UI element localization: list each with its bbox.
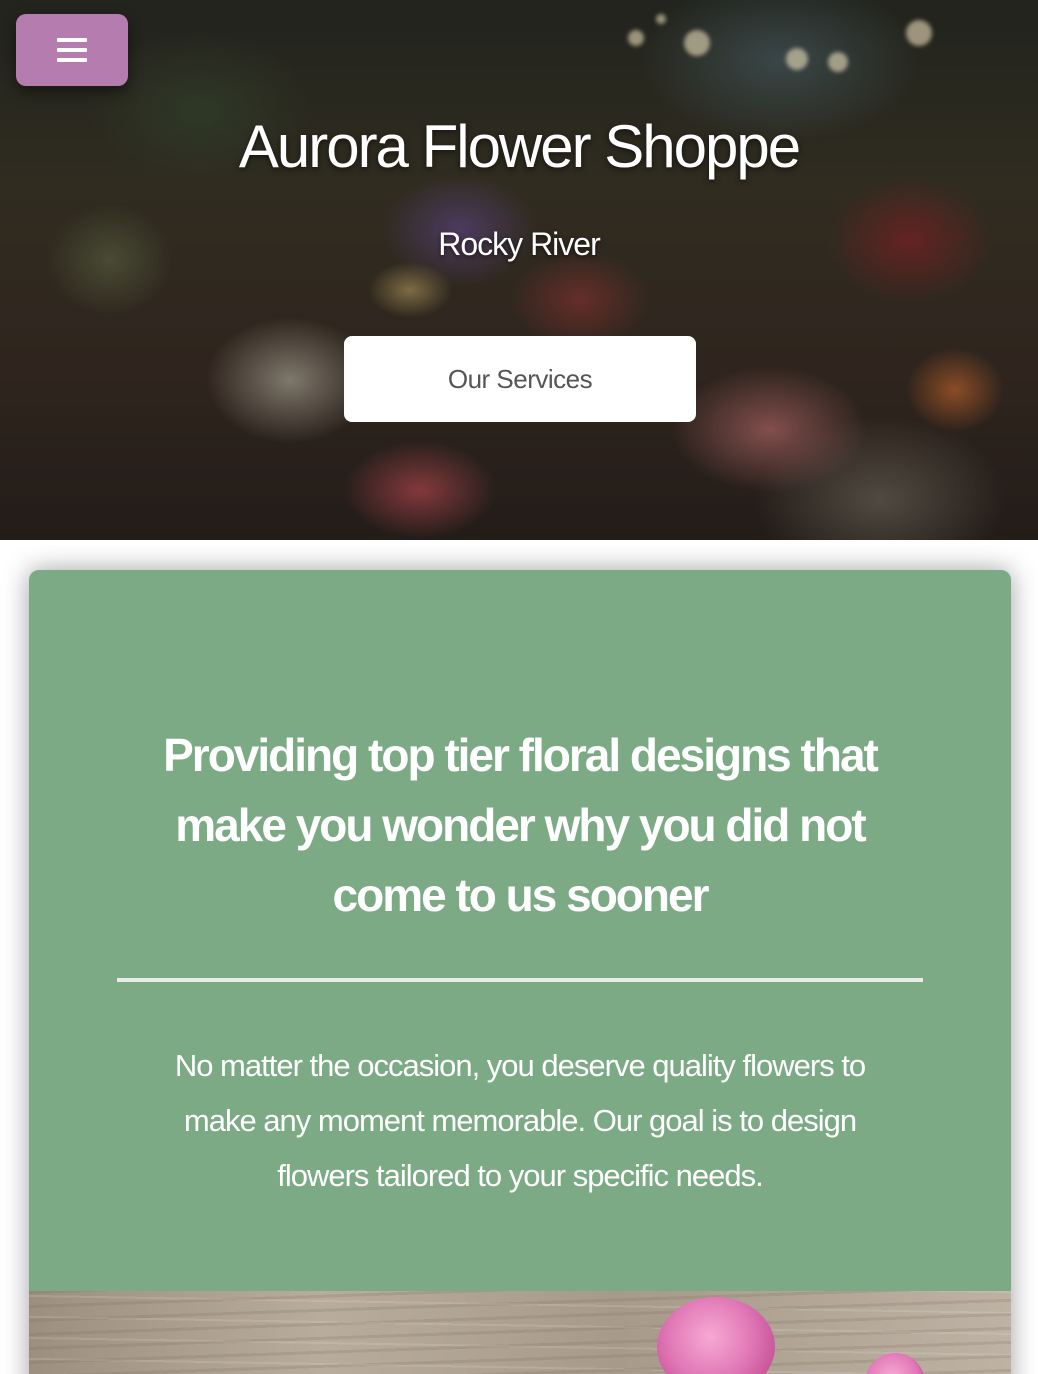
roses-on-wood-image [29,1291,1011,1374]
pink-rose [865,1353,925,1374]
intro-card: Providing top tier floral designs that m… [29,570,1011,1374]
bokeh-light [656,14,666,24]
hero-banner: Aurora Flower Shoppe Rocky River Our Ser… [0,0,1038,540]
bokeh-light [628,30,644,46]
bokeh-light [828,52,848,72]
location-subtitle: Rocky River [438,226,600,262]
site-title: Aurora Flower Shoppe [238,113,801,180]
bokeh-light [786,48,808,70]
hero-image-overlay [0,0,1038,540]
bokeh-light [906,20,932,46]
hamburger-icon [57,38,87,62]
our-services-button[interactable]: Our Services [344,336,696,422]
pink-rose [657,1297,775,1374]
menu-button[interactable] [16,14,128,86]
page: Aurora Flower Shoppe Rocky River Our Ser… [0,0,1038,1374]
intro-body: No matter the occasion, you deserve qual… [174,1048,866,1193]
intro-heading: Providing top tier floral designs that m… [163,729,879,921]
divider [117,978,923,982]
bokeh-light [684,30,710,56]
